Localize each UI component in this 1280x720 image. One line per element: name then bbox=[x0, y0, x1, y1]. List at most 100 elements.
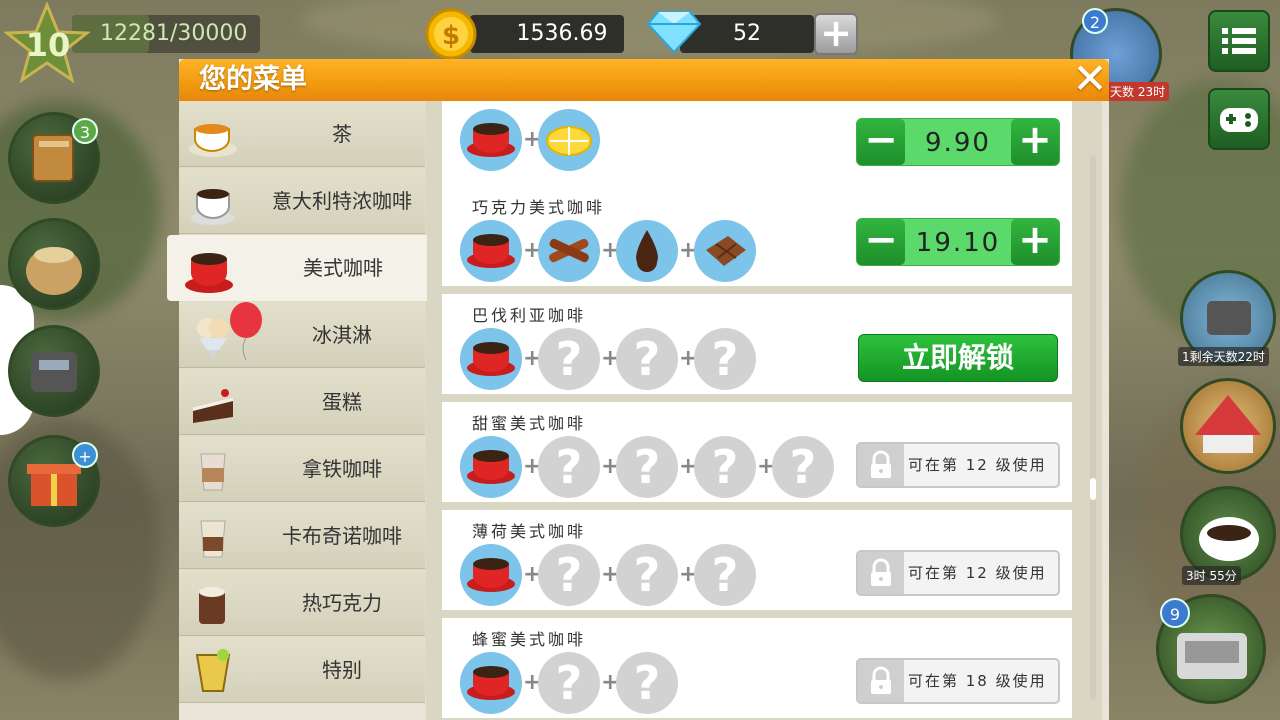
plus-sign: + bbox=[523, 346, 542, 371]
phone-button[interactable] bbox=[8, 325, 100, 417]
unknown-ingredient-icon[interactable]: ? bbox=[616, 544, 678, 606]
category-label: 卡布奇诺咖啡 bbox=[282, 524, 402, 548]
plus-sign: + bbox=[523, 670, 542, 695]
plus-sign: + bbox=[523, 454, 542, 479]
category-label: 冰淇淋 bbox=[312, 323, 372, 347]
plus-sign: + bbox=[679, 454, 698, 479]
xp-bar: 12281/30000 bbox=[72, 15, 260, 53]
category-item[interactable]: 蛋糕 bbox=[179, 369, 425, 435]
menu-list-button[interactable] bbox=[1208, 10, 1270, 72]
unknown-ingredient-icon[interactable]: ? bbox=[538, 328, 600, 390]
coffee-icon[interactable] bbox=[460, 328, 522, 390]
lemon-icon[interactable] bbox=[538, 109, 600, 171]
unknown-ingredient-icon[interactable]: ? bbox=[538, 652, 600, 714]
recipe-list[interactable]: + −9.90 + 巧克力美式咖啡 + + + −19.10 + 巴伐利亚咖啡 +? +? +? 立即解锁… bbox=[442, 101, 1102, 720]
decrease-price-button[interactable]: − bbox=[857, 119, 905, 165]
unknown-ingredient-icon[interactable]: ? bbox=[538, 436, 600, 498]
question-mark: ? bbox=[633, 656, 661, 710]
coffee-icon[interactable] bbox=[460, 220, 522, 282]
list-icon bbox=[1222, 28, 1256, 54]
scrollbar-thumb[interactable] bbox=[1090, 478, 1096, 500]
games-button[interactable] bbox=[1208, 88, 1270, 150]
unknown-ingredient-icon[interactable]: ? bbox=[616, 652, 678, 714]
cappuccino-icon bbox=[187, 511, 239, 563]
coin-amount: 1536.69 bbox=[516, 21, 608, 46]
category-label: 热巧克力 bbox=[302, 591, 382, 615]
locked-level-badge: 可在第 12 级使用 bbox=[856, 442, 1060, 488]
close-button[interactable]: ✕ bbox=[1072, 58, 1108, 100]
unknown-ingredient-icon[interactable]: ? bbox=[616, 436, 678, 498]
unknown-ingredient-icon[interactable]: ? bbox=[538, 544, 600, 606]
category-item[interactable]: 美式咖啡 bbox=[167, 235, 427, 301]
buy-gems-button[interactable]: + bbox=[814, 13, 858, 55]
recipe-card: 巴伐利亚咖啡 +? +? +? 立即解锁 bbox=[442, 294, 1072, 394]
price-stepper: −19.10 + bbox=[856, 218, 1060, 266]
category-item[interactable]: 热巧克力 bbox=[179, 570, 425, 636]
gamepad-icon bbox=[1220, 108, 1258, 132]
recipe-card: 蜂蜜美式咖啡 +? +? 可在第 18 级使用 bbox=[442, 618, 1072, 718]
book-badge: 3 bbox=[72, 118, 98, 144]
category-item[interactable]: 茶 bbox=[179, 101, 425, 167]
coffee-icon[interactable] bbox=[460, 544, 522, 606]
plus-sign: + bbox=[601, 238, 620, 263]
category-label: 拿铁咖啡 bbox=[302, 457, 382, 481]
unknown-ingredient-icon[interactable]: ? bbox=[694, 544, 756, 606]
question-mark: ? bbox=[555, 332, 583, 386]
gem-amount: 52 bbox=[733, 21, 761, 46]
question-mark: ? bbox=[711, 332, 739, 386]
unlock-level-text: 可在第 12 级使用 bbox=[908, 456, 1047, 474]
scrollbar-track[interactable] bbox=[1090, 155, 1096, 700]
ingredients-button[interactable] bbox=[8, 218, 100, 310]
unknown-ingredient-icon[interactable]: ? bbox=[694, 328, 756, 390]
recipe-name: 甜蜜美式咖啡 bbox=[472, 414, 587, 433]
price-value: 9.90 bbox=[925, 128, 991, 158]
svg-text:$: $ bbox=[442, 21, 460, 51]
plus-sign: + bbox=[601, 346, 620, 371]
cinnamon-icon[interactable] bbox=[538, 220, 600, 282]
question-mark: ? bbox=[555, 440, 583, 494]
coffee-icon[interactable] bbox=[460, 652, 522, 714]
dialog-header bbox=[179, 59, 1109, 101]
locked-level-badge: 可在第 18 级使用 bbox=[856, 658, 1060, 704]
unknown-ingredient-icon[interactable]: ? bbox=[616, 328, 678, 390]
decrease-price-button[interactable]: − bbox=[857, 219, 905, 265]
register-badge: 9 bbox=[1160, 598, 1190, 628]
special-drink-icon bbox=[187, 645, 239, 697]
plus-sign: + bbox=[523, 562, 542, 587]
unknown-ingredient-icon[interactable]: ? bbox=[694, 436, 756, 498]
recipe-name: 巴伐利亚咖啡 bbox=[472, 306, 587, 325]
increase-price-button[interactable]: + bbox=[1011, 219, 1059, 265]
category-label: 意大利特浓咖啡 bbox=[272, 189, 412, 213]
category-item[interactable]: 冰淇淋 bbox=[179, 302, 425, 368]
unlock-level-text: 可在第 18 级使用 bbox=[908, 672, 1047, 690]
recipe-card: + −9.90 + bbox=[442, 101, 1072, 193]
question-mark: ? bbox=[711, 440, 739, 494]
question-mark: ? bbox=[633, 440, 661, 494]
coffee-icon[interactable] bbox=[460, 436, 522, 498]
question-mark: ? bbox=[633, 548, 661, 602]
price-value: 19.10 bbox=[915, 228, 1001, 258]
circus-tent-icon bbox=[1195, 395, 1261, 453]
question-mark: ? bbox=[555, 656, 583, 710]
chocolate-syrup-icon[interactable] bbox=[616, 220, 678, 282]
category-label: 美式咖啡 bbox=[303, 256, 383, 280]
recipe-name: 蜂蜜美式咖啡 bbox=[472, 630, 587, 649]
padlock-icon bbox=[858, 552, 904, 594]
unknown-ingredient-icon[interactable]: ? bbox=[772, 436, 834, 498]
chocolate-bar-icon[interactable] bbox=[694, 220, 756, 282]
fair-button[interactable] bbox=[1180, 378, 1276, 474]
category-label: 茶 bbox=[332, 122, 352, 146]
category-item[interactable]: 拿铁咖啡 bbox=[179, 436, 425, 502]
unlock-now-button[interactable]: 立即解锁 bbox=[858, 334, 1058, 382]
coffee-icon[interactable] bbox=[460, 109, 522, 171]
category-item[interactable]: 特别 bbox=[179, 637, 425, 703]
increase-price-button[interactable]: + bbox=[1011, 119, 1059, 165]
phone-icon bbox=[31, 352, 77, 392]
question-mark: ? bbox=[711, 548, 739, 602]
event-badge: 2 bbox=[1082, 8, 1108, 34]
category-item[interactable]: 意大利特浓咖啡 bbox=[179, 168, 425, 234]
recipe-card: 甜蜜美式咖啡 +? +? +? +? 可在第 12 级使用 bbox=[442, 402, 1072, 502]
coffee-timer: 3时 55分 bbox=[1182, 566, 1241, 585]
americano-cup-icon bbox=[183, 243, 235, 295]
category-item[interactable]: 卡布奇诺咖啡 bbox=[179, 503, 425, 569]
